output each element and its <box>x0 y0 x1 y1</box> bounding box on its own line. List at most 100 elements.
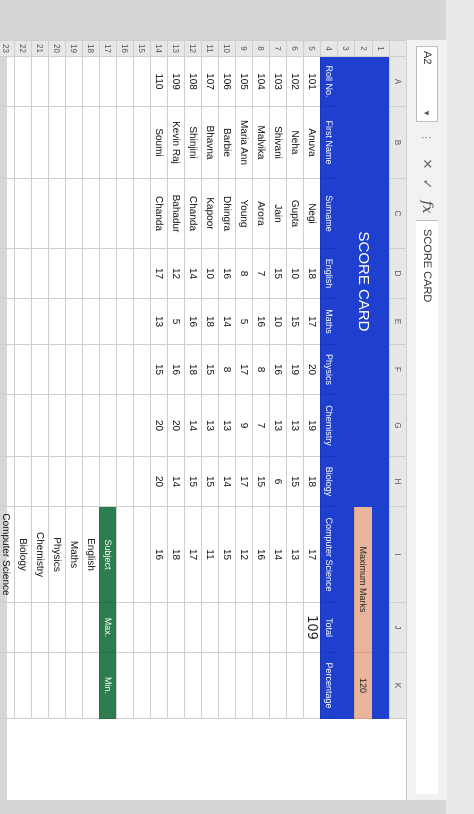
column-header[interactable]: K <box>389 652 407 719</box>
cell[interactable] <box>133 178 151 249</box>
student-chemistry-cell[interactable]: 9 <box>235 394 253 457</box>
student-maths-cell[interactable]: 14 <box>218 298 236 345</box>
summary-subject-cell[interactable]: Computer Science <box>0 506 15 603</box>
cell[interactable] <box>0 394 15 457</box>
student-roll-cell[interactable]: 103 <box>269 56 287 107</box>
student-english-cell[interactable]: 15 <box>269 248 287 299</box>
cell[interactable] <box>65 56 83 107</box>
student-first-cell[interactable]: Barbie <box>218 106 236 179</box>
student-physics-cell[interactable]: 15 <box>201 344 219 395</box>
cell[interactable] <box>82 106 100 179</box>
student-biology-cell[interactable]: 14 <box>167 456 185 507</box>
cell[interactable] <box>99 56 117 107</box>
cell[interactable] <box>14 248 32 299</box>
student-chemistry-cell[interactable]: 13 <box>218 394 236 457</box>
summary-subject-cell[interactable]: Physics <box>48 506 66 603</box>
student-surname-cell[interactable]: Arora <box>252 178 270 249</box>
student-biology-cell[interactable]: 15 <box>286 456 304 507</box>
cell[interactable] <box>337 106 355 179</box>
select-all-corner[interactable] <box>389 40 407 57</box>
cell[interactable] <box>65 248 83 299</box>
summary-min-cell[interactable] <box>65 652 83 719</box>
cell[interactable] <box>116 602 134 653</box>
student-surname-cell[interactable]: Negi <box>303 178 321 249</box>
cell[interactable] <box>337 456 355 507</box>
student-chemistry-cell[interactable]: 14 <box>184 394 202 457</box>
cell[interactable] <box>48 344 66 395</box>
cell[interactable] <box>14 106 32 179</box>
cell[interactable] <box>337 344 355 395</box>
cell[interactable] <box>65 344 83 395</box>
cell[interactable] <box>82 248 100 299</box>
row-header[interactable]: 5 <box>303 40 321 57</box>
column-header[interactable]: D <box>389 248 407 299</box>
student-total-cell[interactable] <box>167 602 185 653</box>
header-cell[interactable]: Surname <box>320 178 338 249</box>
cell[interactable] <box>31 56 49 107</box>
row-header[interactable]: 8 <box>252 40 270 57</box>
column-header[interactable]: E <box>389 298 407 345</box>
student-chemistry-cell[interactable]: 19 <box>303 394 321 457</box>
cell[interactable] <box>337 602 355 653</box>
student-percentage-cell[interactable] <box>167 652 185 719</box>
student-physics-cell[interactable]: 8 <box>252 344 270 395</box>
student-roll-cell[interactable]: 101 <box>303 56 321 107</box>
summary-max-cell[interactable] <box>48 602 66 653</box>
student-biology-cell[interactable]: 14 <box>218 456 236 507</box>
cell[interactable] <box>337 56 355 107</box>
student-physics-cell[interactable]: 20 <box>303 344 321 395</box>
cell[interactable] <box>31 178 49 249</box>
cell[interactable] <box>337 394 355 457</box>
row-header[interactable]: 6 <box>286 40 304 57</box>
student-total-cell[interactable] <box>184 602 202 653</box>
cell[interactable] <box>337 506 355 603</box>
row-header[interactable]: 18 <box>82 40 100 57</box>
row-header[interactable]: 13 <box>167 40 185 57</box>
student-maths-cell[interactable]: 10 <box>269 298 287 345</box>
cell[interactable] <box>133 56 151 107</box>
summary-subject-cell[interactable]: English <box>82 506 100 603</box>
summary-min-cell[interactable] <box>82 652 100 719</box>
row-header[interactable]: 22 <box>14 40 32 57</box>
student-physics-cell[interactable]: 18 <box>184 344 202 395</box>
student-cs-cell[interactable]: 18 <box>167 506 185 603</box>
cell[interactable] <box>372 248 390 299</box>
summary-max-cell[interactable] <box>82 602 100 653</box>
student-first-cell[interactable]: Bhavna <box>201 106 219 179</box>
row-header[interactable]: 2 <box>354 40 373 57</box>
student-chemistry-cell[interactable]: 13 <box>269 394 287 457</box>
summary-max-cell[interactable] <box>65 602 83 653</box>
student-chemistry-cell[interactable]: 7 <box>252 394 270 457</box>
cell[interactable] <box>82 344 100 395</box>
student-physics-cell[interactable]: 16 <box>269 344 287 395</box>
cell[interactable] <box>337 298 355 345</box>
row-header[interactable]: 16 <box>116 40 134 57</box>
cell[interactable] <box>133 394 151 457</box>
header-cell[interactable]: Biology <box>320 456 338 507</box>
cell[interactable] <box>116 298 134 345</box>
student-physics-cell[interactable]: 8 <box>218 344 236 395</box>
row-header[interactable]: 17 <box>99 40 117 57</box>
enter-icon[interactable]: ✓ <box>419 174 435 194</box>
student-english-cell[interactable]: 10 <box>286 248 304 299</box>
cell[interactable] <box>337 652 355 719</box>
student-maths-cell[interactable]: 15 <box>286 298 304 345</box>
cell[interactable] <box>99 298 117 345</box>
cell[interactable] <box>14 394 32 457</box>
formula-input[interactable]: SCORE CARD <box>416 220 438 794</box>
student-physics-cell[interactable]: 19 <box>286 344 304 395</box>
student-maths-cell[interactable]: 16 <box>252 298 270 345</box>
cell[interactable] <box>14 298 32 345</box>
summary-min-cell[interactable] <box>48 652 66 719</box>
cell[interactable] <box>31 344 49 395</box>
cell[interactable] <box>337 248 355 299</box>
student-cs-cell[interactable]: 16 <box>252 506 270 603</box>
row-header[interactable]: 23 <box>0 40 15 57</box>
cell[interactable] <box>14 178 32 249</box>
cell[interactable] <box>372 652 390 719</box>
cell[interactable] <box>337 178 355 249</box>
cell[interactable] <box>372 456 390 507</box>
student-first-cell[interactable]: Shinjini <box>184 106 202 179</box>
cell[interactable] <box>48 56 66 107</box>
cell[interactable] <box>116 394 134 457</box>
